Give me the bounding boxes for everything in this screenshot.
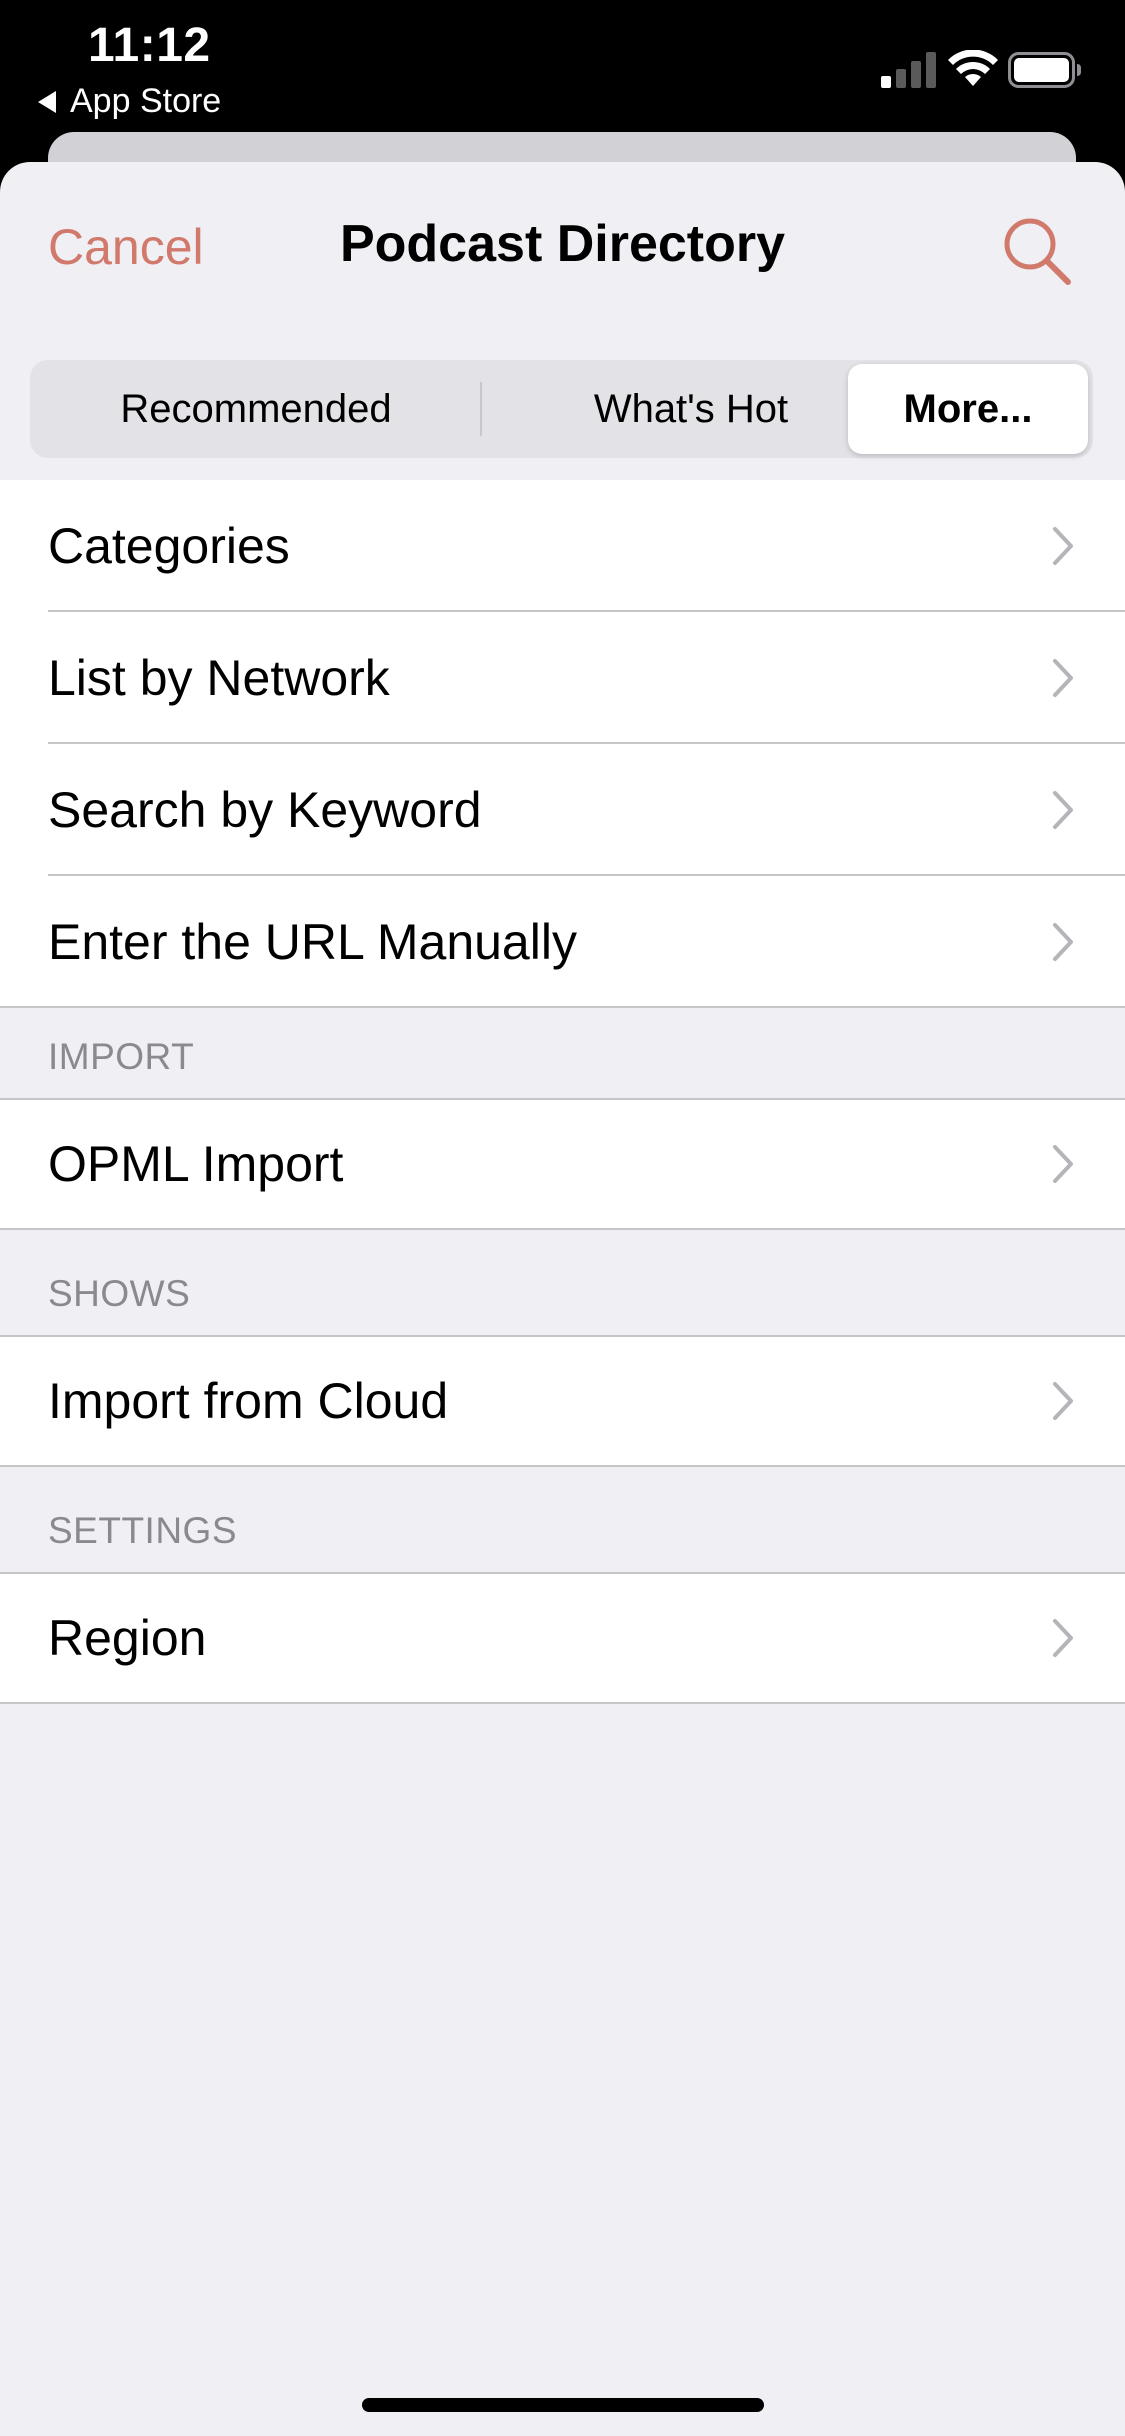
home-indicator[interactable] xyxy=(362,2398,764,2412)
list-item-region[interactable]: Region xyxy=(0,1572,1125,1704)
segmented-control: Recommended What's Hot More... xyxy=(30,360,1093,458)
search-icon[interactable] xyxy=(1000,214,1074,288)
podcast-directory-sheet: Cancel Podcast Directory Recommended Wha… xyxy=(0,162,1125,2436)
row-separator xyxy=(0,1702,1125,1704)
row-separator xyxy=(0,1228,1125,1230)
list-item-label: Search by Keyword xyxy=(48,782,482,838)
list-item-list-by-network[interactable]: List by Network xyxy=(0,612,1125,744)
list-item-label: List by Network xyxy=(48,650,390,706)
back-triangle-icon xyxy=(38,90,56,113)
list-item-search-by-keyword[interactable]: Search by Keyword xyxy=(0,744,1125,876)
signal-icon xyxy=(881,52,936,88)
back-label: App Store xyxy=(70,82,222,120)
chevron-right-icon xyxy=(1053,659,1073,697)
segment-more[interactable]: More... xyxy=(848,364,1088,454)
segment-whats-hot[interactable]: What's Hot xyxy=(482,364,900,454)
list-item-label: Region xyxy=(48,1610,207,1666)
navigation-bar: Cancel Podcast Directory xyxy=(0,162,1125,332)
chevron-right-icon xyxy=(1053,923,1073,961)
list-item-categories[interactable]: Categories xyxy=(0,480,1125,612)
list-item-label: Enter the URL Manually xyxy=(48,914,577,970)
page-title: Podcast Directory xyxy=(339,215,786,273)
row-separator xyxy=(0,1572,1125,1574)
chevron-right-icon xyxy=(1053,1382,1073,1420)
chevron-right-icon xyxy=(1053,791,1073,829)
section-header-shows: SHOWS xyxy=(48,1273,191,1314)
row-separator xyxy=(0,1335,1125,1337)
list-item-import-from-cloud[interactable]: Import from Cloud xyxy=(0,1335,1125,1467)
row-separator xyxy=(0,1098,1125,1100)
chevron-right-icon xyxy=(1053,1619,1073,1657)
list-item-label: Categories xyxy=(48,518,290,574)
status-time: 11:12 xyxy=(88,19,211,72)
chevron-right-icon xyxy=(1053,527,1073,565)
list-item-label: OPML Import xyxy=(48,1136,344,1192)
list-item-enter-url-manually[interactable]: Enter the URL Manually xyxy=(0,876,1125,1008)
row-separator xyxy=(0,1465,1125,1467)
battery-icon xyxy=(1008,52,1081,88)
status-bar: 11:12 App Store xyxy=(0,0,1125,150)
section-header-settings: SETTINGS xyxy=(48,1510,238,1551)
list-item-label: Import from Cloud xyxy=(48,1373,449,1429)
section-header-import: IMPORT xyxy=(48,1036,195,1077)
wifi-icon xyxy=(948,50,998,86)
row-separator xyxy=(0,1006,1125,1008)
chevron-right-icon xyxy=(1053,1145,1073,1183)
back-to-app-store[interactable]: App Store xyxy=(38,82,221,121)
list-item-opml-import[interactable]: OPML Import xyxy=(0,1098,1125,1230)
segment-recommended[interactable]: Recommended xyxy=(34,364,478,454)
